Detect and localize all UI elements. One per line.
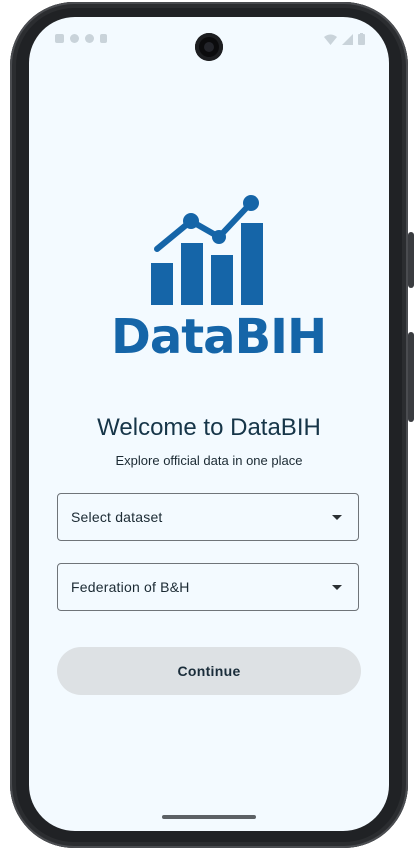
signal-icon	[342, 33, 353, 45]
battery-icon	[358, 33, 365, 45]
continue-button[interactable]: Continue	[57, 647, 361, 695]
app-screen: DataBIH Welcome to DataBIH Explore offic…	[29, 17, 389, 831]
wifi-icon	[324, 34, 337, 45]
shield-icon	[70, 34, 79, 43]
entity-select[interactable]: Federation of B&H	[57, 563, 359, 611]
home-indicator[interactable]	[162, 815, 256, 819]
chart-logo-icon	[151, 195, 263, 305]
notification-icon	[55, 34, 64, 43]
logo-wordmark: DataBIH	[111, 309, 327, 365]
entity-select-value: Federation of B&H	[71, 579, 190, 595]
power-button	[408, 232, 414, 288]
welcome-subtitle: Explore official data in one place	[115, 453, 303, 468]
status-icons-right	[324, 33, 365, 45]
app-logo: DataBIH	[111, 193, 327, 367]
volume-button	[408, 332, 414, 422]
dataset-select[interactable]: Select dataset	[57, 493, 359, 541]
sim-icon	[100, 34, 107, 43]
welcome-title: Welcome to DataBIH	[97, 414, 321, 441]
dataset-select-value: Select dataset	[71, 509, 163, 525]
front-camera	[195, 33, 223, 61]
status-icons-left	[55, 34, 107, 43]
settings-icon	[85, 34, 94, 43]
dropdown-arrow-icon	[332, 585, 342, 590]
status-bar	[29, 17, 389, 61]
dropdown-arrow-icon	[332, 515, 342, 520]
